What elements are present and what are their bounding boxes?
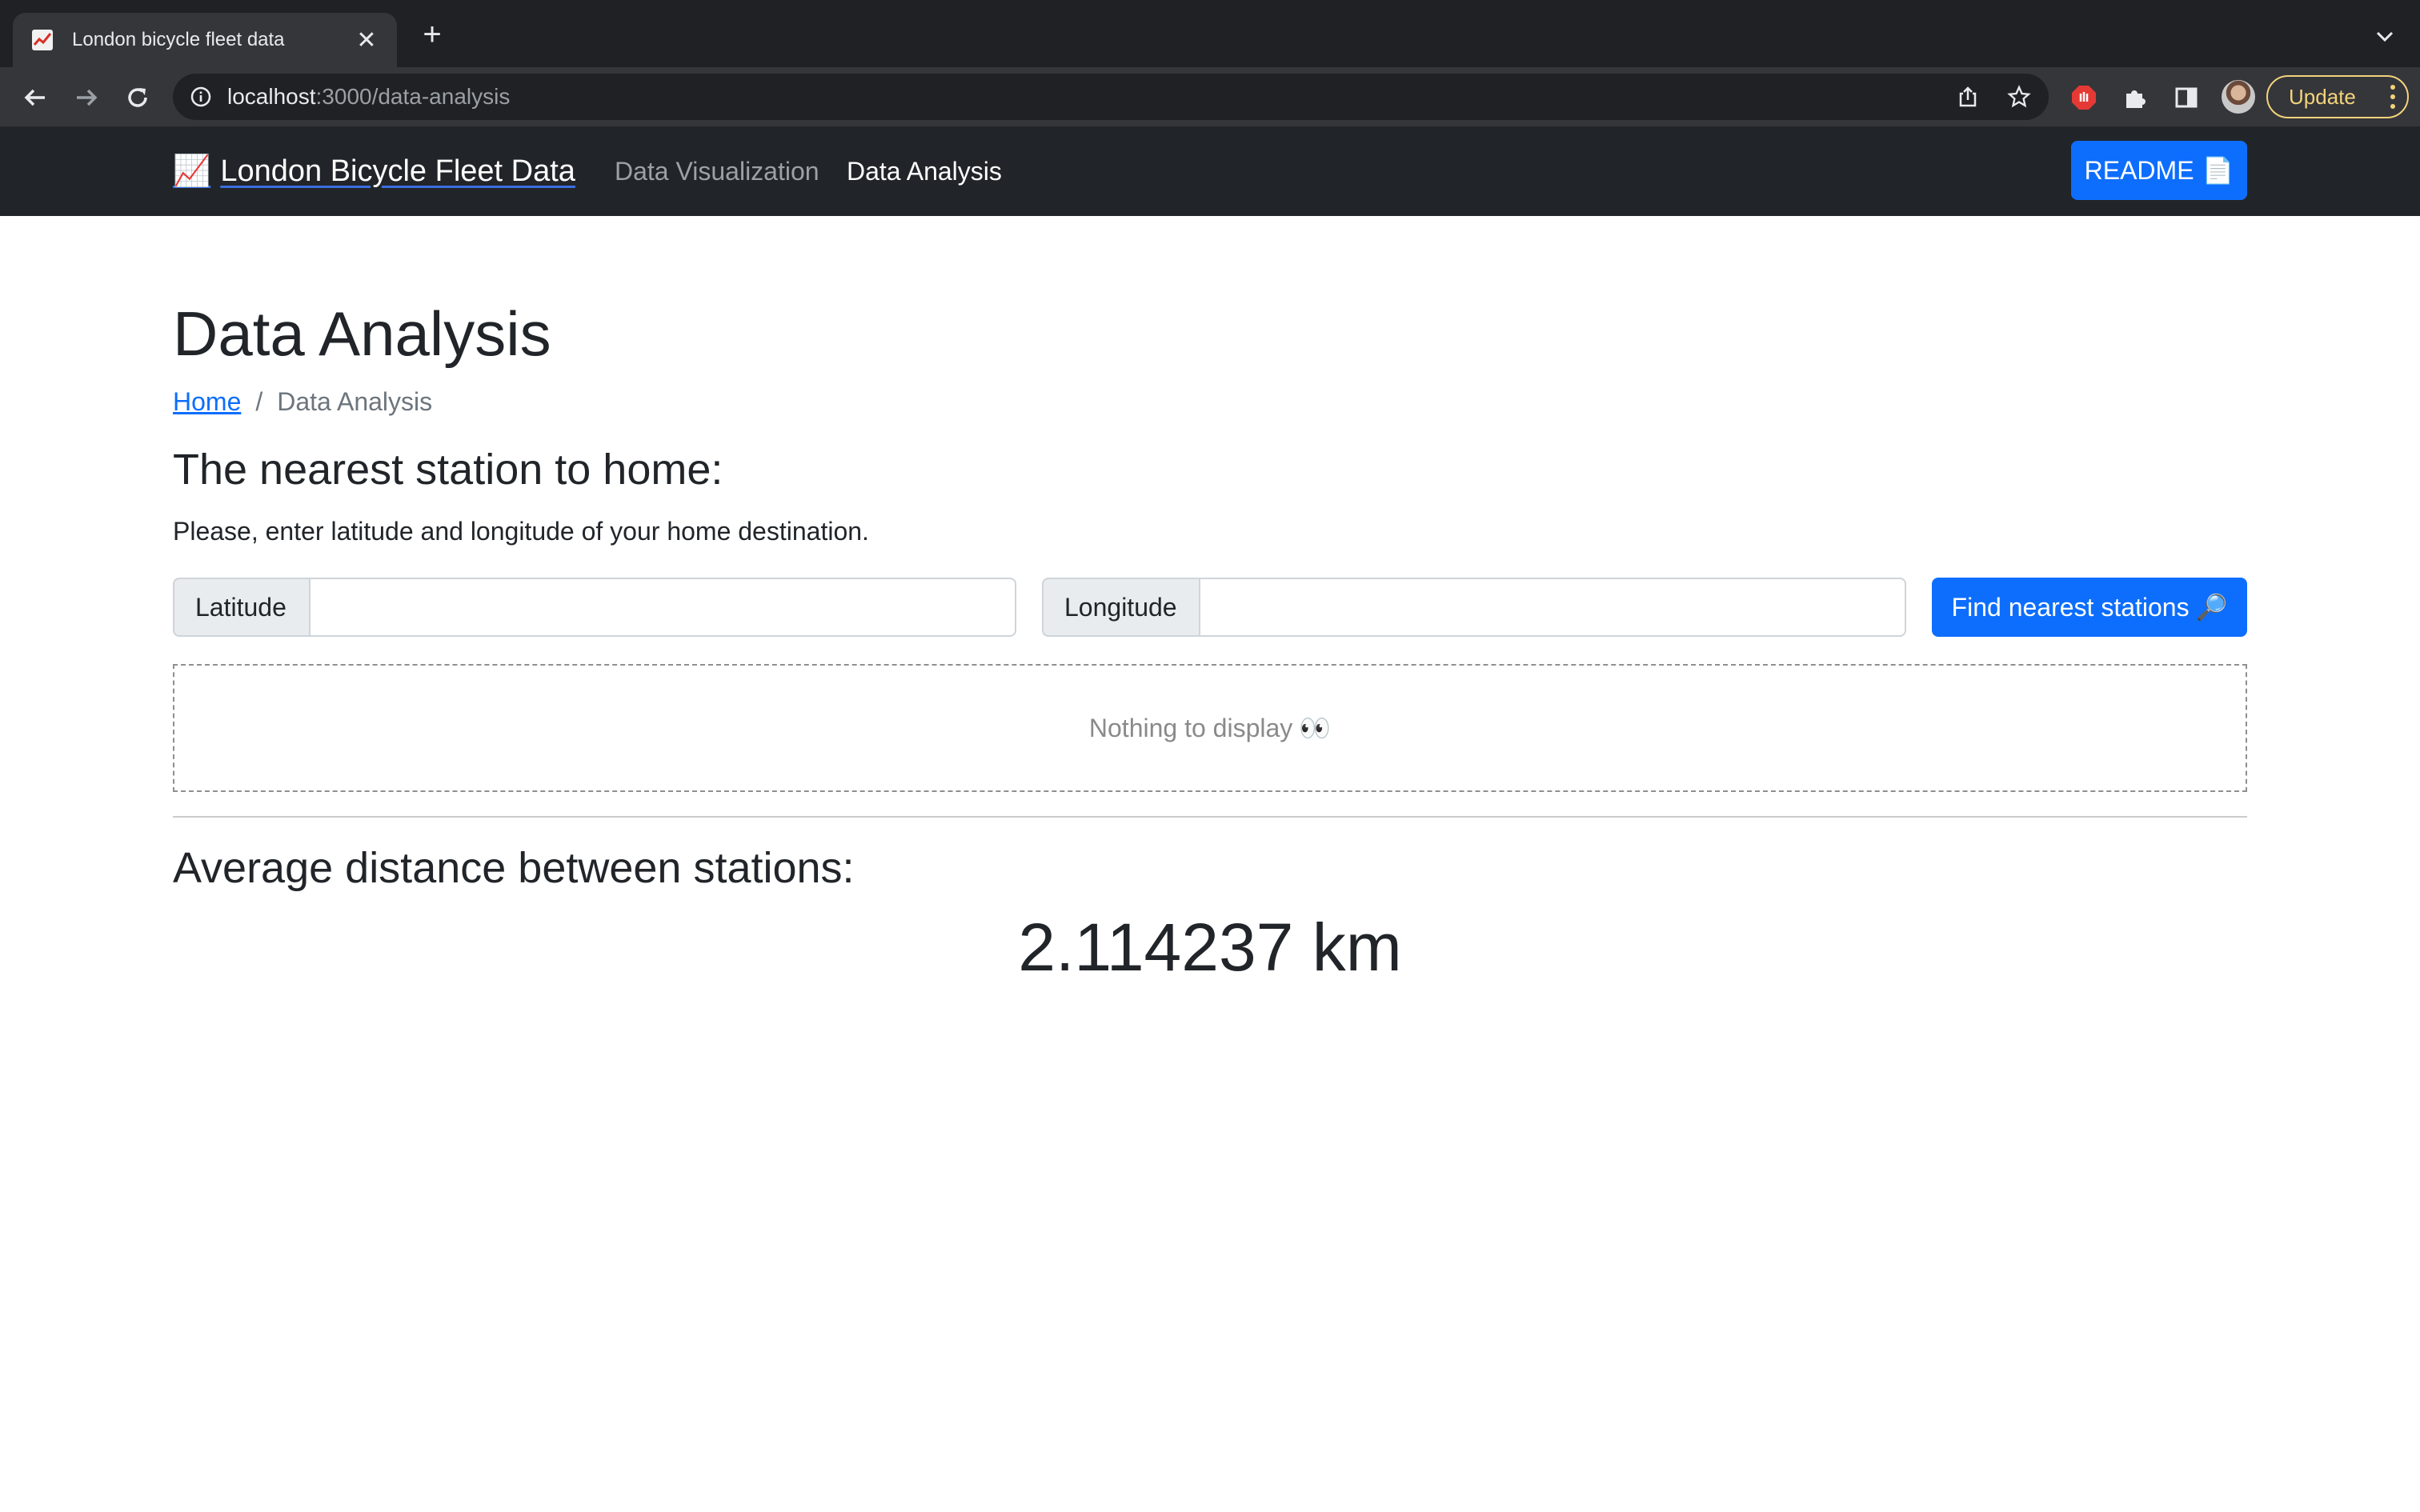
share-icon[interactable] (1954, 83, 1981, 110)
back-arrow-icon[interactable] (19, 82, 51, 114)
nav-link-data-visualization[interactable]: Data Visualization (615, 126, 819, 216)
average-distance-value: 2.114237 km (1018, 910, 1402, 985)
bookmark-star-icon[interactable] (2005, 83, 2033, 110)
breadcrumb-current: Data Analysis (277, 387, 433, 416)
forward-arrow-icon[interactable] (70, 82, 102, 114)
average-distance-heading: Average distance between stations: (173, 844, 855, 892)
readme-button[interactable]: README 📄 (2071, 141, 2247, 200)
readme-label: README (2084, 155, 2194, 185)
longitude-input-group: Longitude (1042, 578, 1906, 637)
magnifier-icon: 🔎 (2195, 593, 2228, 622)
section-divider (173, 816, 2247, 818)
close-tab-icon[interactable]: ✕ (354, 26, 379, 54)
page-document-icon: 📄 (2202, 156, 2234, 185)
browser-tab-strip: London bicycle fleet data ✕ + (0, 0, 2420, 67)
brand-label: London Bicycle Fleet Data (220, 154, 575, 188)
profile-avatar[interactable] (2222, 80, 2255, 114)
url-text[interactable]: localhost:3000/data-analysis (227, 74, 510, 120)
update-button[interactable]: Update (2266, 75, 2409, 118)
breadcrumb: Home / Data Analysis (173, 387, 432, 417)
adblock-extension-icon[interactable] (2068, 82, 2100, 114)
breadcrumb-separator: / (255, 387, 263, 416)
brand-link[interactable]: 📈 London Bicycle Fleet Data (173, 126, 575, 216)
new-tab-icon[interactable]: + (416, 18, 448, 51)
update-label: Update (2289, 84, 2356, 109)
side-panel-icon[interactable] (2170, 82, 2202, 114)
address-bar[interactable]: localhost:3000/data-analysis (173, 74, 2049, 120)
browser-toolbar: localhost:3000/data-analysis Update (0, 67, 2420, 126)
results-empty-state: Nothing to display 👀 (173, 664, 2247, 792)
browser-tab[interactable]: London bicycle fleet data ✕ (13, 13, 397, 67)
longitude-input[interactable] (1199, 578, 1906, 637)
chart-increasing-icon: 📈 (173, 154, 211, 188)
nearest-station-instructions: Please, enter latitude and longitude of … (173, 517, 869, 546)
longitude-label: Longitude (1042, 578, 1199, 637)
find-nearest-stations-button[interactable]: Find nearest stations 🔎 (1932, 578, 2247, 637)
latitude-input-group: Latitude (173, 578, 1016, 637)
nav-link-data-analysis[interactable]: Data Analysis (847, 126, 1002, 216)
page-title: Data Analysis (173, 298, 551, 369)
chart-favicon-icon (30, 28, 54, 52)
site-navbar: 📈 London Bicycle Fleet Data Data Visuali… (0, 126, 2420, 216)
tab-search-chevron-icon[interactable] (2369, 21, 2401, 53)
extensions-puzzle-icon[interactable] (2119, 82, 2151, 114)
breadcrumb-home-link[interactable]: Home (173, 387, 241, 417)
kebab-menu-icon[interactable] (2390, 85, 2396, 109)
tab-title: London bicycle fleet data (72, 29, 285, 50)
site-info-icon[interactable] (189, 85, 213, 109)
url-host: localhost (227, 84, 316, 109)
empty-state-text: Nothing to display (1088, 713, 1293, 742)
reload-icon[interactable] (122, 82, 154, 114)
latitude-label: Latitude (173, 578, 309, 637)
page: London bicycle fleet data ✕ + localhost:… (0, 0, 2420, 1512)
url-path: :3000/data-analysis (315, 84, 511, 109)
find-button-label: Find nearest stations (1951, 592, 2190, 622)
nearest-station-heading: The nearest station to home: (173, 446, 723, 494)
latitude-input[interactable] (309, 578, 1016, 637)
eyes-icon: 👀 (1299, 714, 1332, 742)
